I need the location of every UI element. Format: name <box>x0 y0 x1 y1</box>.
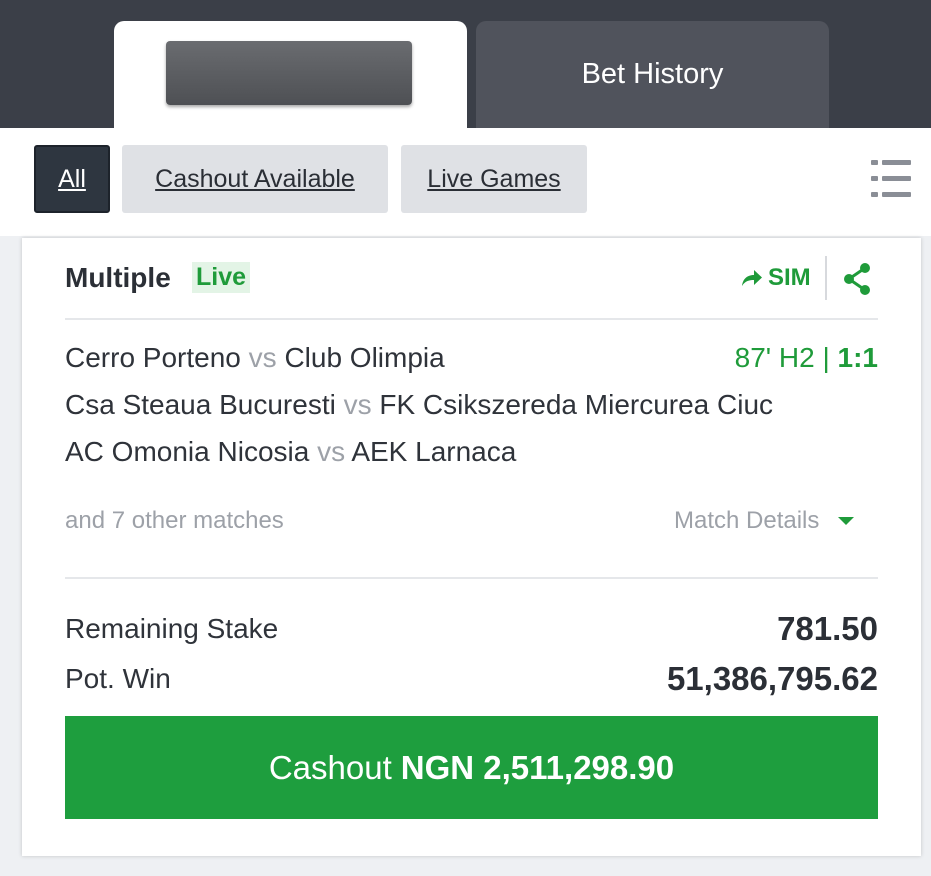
match-details-toggle[interactable]: Match Details <box>674 507 855 535</box>
cashout-button[interactable]: Cashout NGN 2,511,298.90 <box>65 716 878 819</box>
list-icon[interactable] <box>869 157 913 201</box>
match-details-label: Match Details <box>674 507 820 534</box>
remaining-stake-label: Remaining Stake <box>65 613 279 644</box>
vs-label: vs <box>317 436 346 467</box>
bet-type-title: Multiple <box>65 262 171 293</box>
other-matches-text: and 7 other matches <box>65 507 284 534</box>
divider <box>65 318 878 320</box>
tab-bet-history-label: Bet History <box>581 58 724 90</box>
bet-card: Multiple Live SIM Cerro Porteno vs Club … <box>22 238 921 856</box>
home-team: Csa Steaua Bucuresti <box>65 389 336 420</box>
share-arrow-icon <box>742 270 762 286</box>
home-team: AC Omonia Nicosia <box>65 436 310 467</box>
live-score: 87' H2 | 1:1 <box>735 342 878 374</box>
cashout-amount: NGN 2,511,298.90 <box>400 748 675 786</box>
score-value: 1:1 <box>837 342 878 373</box>
filter-bar: All Cashout Available Live Games <box>0 128 931 236</box>
vs-label: vs <box>343 389 372 420</box>
match-time: 87' H2 | <box>734 342 830 373</box>
filter-live-games-button[interactable]: Live Games <box>401 145 587 213</box>
tab-bet-history[interactable]: Bet History <box>476 21 829 128</box>
share-icon <box>844 263 870 295</box>
cashout-label: Cashout <box>268 748 392 786</box>
remaining-stake-value: 781.50 <box>777 610 878 647</box>
away-team: AEK Larnaca <box>351 436 517 467</box>
sim-button[interactable]: SIM <box>740 264 811 292</box>
top-tab-bar: Bet History <box>0 0 931 129</box>
match-row: Cerro Porteno vs Club Olimpia <box>65 342 445 374</box>
live-badge: Live <box>192 262 251 293</box>
redacted-tab-label <box>166 41 412 105</box>
pot-win-value: 51,386,795.62 <box>666 660 878 697</box>
divider <box>65 577 878 579</box>
match-row: AC Omonia Nicosia vs AEK Larnaca <box>65 436 516 468</box>
home-team: Cerro Porteno <box>65 342 241 373</box>
tab-open-bets[interactable] <box>114 21 467 129</box>
vs-label: vs <box>248 342 277 373</box>
filter-all-button[interactable]: All <box>34 145 110 213</box>
away-team: Club Olimpia <box>284 342 445 373</box>
header-divider <box>825 256 827 300</box>
match-row: Csa Steaua Bucuresti vs FK Csikszereda M… <box>65 389 773 421</box>
share-button[interactable] <box>841 262 873 301</box>
filter-cashout-available-button[interactable]: Cashout Available <box>122 145 388 213</box>
caret-down-icon <box>838 517 855 525</box>
away-team: FK Csikszereda Miercurea Ciuc <box>379 389 774 420</box>
pot-win-label: Pot. Win <box>65 663 171 694</box>
sim-label: SIM <box>768 264 811 291</box>
